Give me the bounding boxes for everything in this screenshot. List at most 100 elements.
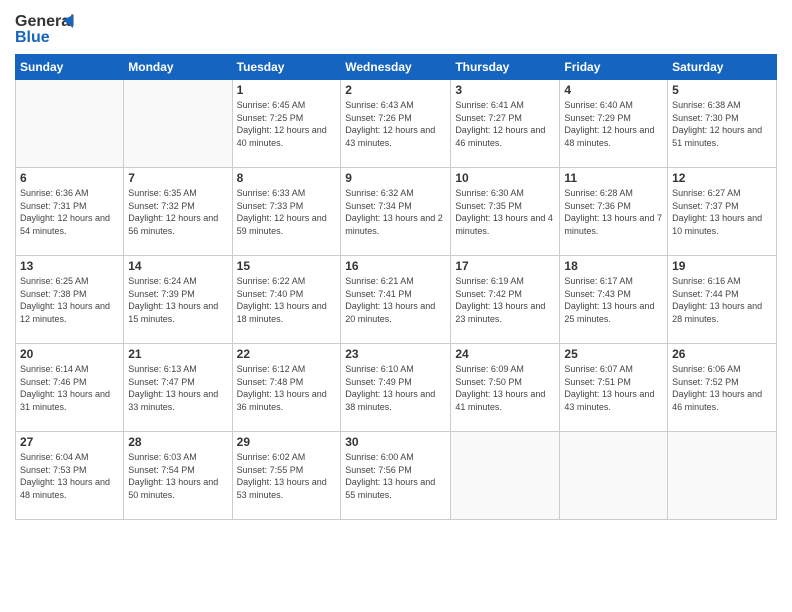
- day-cell: 5Sunrise: 6:38 AMSunset: 7:30 PMDaylight…: [668, 80, 777, 168]
- day-number: 7: [128, 171, 227, 185]
- svg-text:Blue: Blue: [15, 29, 50, 46]
- day-number: 20: [20, 347, 119, 361]
- week-row-2: 13 Sunrise: 6:25 AMSunset: 7:38 PMDayligh…: [16, 256, 777, 344]
- day-info: Sunrise: 6:09 AMSunset: 7:50 PMDaylight:…: [455, 363, 555, 413]
- day-info: Sunrise: 6:24 AMSunset: 7:39 PMDaylight:…: [128, 275, 227, 325]
- day-cell: 16 Sunrise: 6:21 AMSunset: 7:41 PMDayligh…: [341, 256, 451, 344]
- day-info: Sunrise: 6:41 AMSunset: 7:27 PMDaylight:…: [455, 99, 555, 149]
- day-number: 15: [237, 259, 337, 273]
- day-cell: 20 Sunrise: 6:14 AMSunset: 7:46 PMDayligh…: [16, 344, 124, 432]
- day-info: Sunrise: 6:33 AMSunset: 7:33 PMDaylight:…: [237, 187, 337, 237]
- day-number: 30: [345, 435, 446, 449]
- day-number: 10: [455, 171, 555, 185]
- day-number: 1: [237, 83, 337, 97]
- day-cell: 9 Sunrise: 6:32 AMSunset: 7:34 PMDaylight…: [341, 168, 451, 256]
- calendar-table: SundayMondayTuesdayWednesdayThursdayFrid…: [15, 54, 777, 520]
- day-cell: [560, 432, 668, 520]
- day-cell: 30 Sunrise: 6:00 AMSunset: 7:56 PMDayligh…: [341, 432, 451, 520]
- day-cell: 18 Sunrise: 6:17 AMSunset: 7:43 PMDayligh…: [560, 256, 668, 344]
- day-info: Sunrise: 6:35 AMSunset: 7:32 PMDaylight:…: [128, 187, 227, 237]
- week-row-4: 27 Sunrise: 6:04 AMSunset: 7:53 PMDayligh…: [16, 432, 777, 520]
- week-row-0: 1 Sunrise: 6:45 AMSunset: 7:25 PMDaylight…: [16, 80, 777, 168]
- day-info: Sunrise: 6:22 AMSunset: 7:40 PMDaylight:…: [237, 275, 337, 325]
- day-number: 19: [672, 259, 772, 273]
- day-cell: 15 Sunrise: 6:22 AMSunset: 7:40 PMDayligh…: [232, 256, 341, 344]
- week-row-3: 20 Sunrise: 6:14 AMSunset: 7:46 PMDayligh…: [16, 344, 777, 432]
- logo-icon: GeneralBlue: [15, 10, 75, 46]
- day-cell: 26 Sunrise: 6:06 AMSunset: 7:52 PMDayligh…: [668, 344, 777, 432]
- logo: GeneralBlue: [15, 10, 75, 46]
- day-cell: 11 Sunrise: 6:28 AMSunset: 7:36 PMDayligh…: [560, 168, 668, 256]
- day-number: 25: [564, 347, 663, 361]
- day-cell: [124, 80, 232, 168]
- day-number: 24: [455, 347, 555, 361]
- day-number: 4: [564, 83, 663, 97]
- day-cell: 25 Sunrise: 6:07 AMSunset: 7:51 PMDayligh…: [560, 344, 668, 432]
- day-cell: 27 Sunrise: 6:04 AMSunset: 7:53 PMDayligh…: [16, 432, 124, 520]
- day-cell: 28 Sunrise: 6:03 AMSunset: 7:54 PMDayligh…: [124, 432, 232, 520]
- day-info: Sunrise: 6:32 AMSunset: 7:34 PMDaylight:…: [345, 187, 446, 237]
- day-cell: 24 Sunrise: 6:09 AMSunset: 7:50 PMDayligh…: [451, 344, 560, 432]
- day-info: Sunrise: 6:25 AMSunset: 7:38 PMDaylight:…: [20, 275, 119, 325]
- week-row-1: 6Sunrise: 6:36 AMSunset: 7:31 PMDaylight…: [16, 168, 777, 256]
- day-info: Sunrise: 6:10 AMSunset: 7:49 PMDaylight:…: [345, 363, 446, 413]
- day-number: 22: [237, 347, 337, 361]
- day-cell: [16, 80, 124, 168]
- day-number: 11: [564, 171, 663, 185]
- weekday-header-thursday: Thursday: [451, 55, 560, 80]
- day-cell: 1 Sunrise: 6:45 AMSunset: 7:25 PMDaylight…: [232, 80, 341, 168]
- day-cell: 3 Sunrise: 6:41 AMSunset: 7:27 PMDaylight…: [451, 80, 560, 168]
- day-info: Sunrise: 6:27 AMSunset: 7:37 PMDaylight:…: [672, 187, 772, 237]
- day-number: 26: [672, 347, 772, 361]
- day-number: 27: [20, 435, 119, 449]
- day-number: 28: [128, 435, 227, 449]
- weekday-header-saturday: Saturday: [668, 55, 777, 80]
- day-info: Sunrise: 6:00 AMSunset: 7:56 PMDaylight:…: [345, 451, 446, 501]
- day-info: Sunrise: 6:12 AMSunset: 7:48 PMDaylight:…: [237, 363, 337, 413]
- day-number: 16: [345, 259, 446, 273]
- day-info: Sunrise: 6:19 AMSunset: 7:42 PMDaylight:…: [455, 275, 555, 325]
- day-info: Sunrise: 6:03 AMSunset: 7:54 PMDaylight:…: [128, 451, 227, 501]
- weekday-header-tuesday: Tuesday: [232, 55, 341, 80]
- day-number: 21: [128, 347, 227, 361]
- day-cell: 22 Sunrise: 6:12 AMSunset: 7:48 PMDayligh…: [232, 344, 341, 432]
- day-cell: 4 Sunrise: 6:40 AMSunset: 7:29 PMDaylight…: [560, 80, 668, 168]
- day-cell: 8 Sunrise: 6:33 AMSunset: 7:33 PMDaylight…: [232, 168, 341, 256]
- day-info: Sunrise: 6:40 AMSunset: 7:29 PMDaylight:…: [564, 99, 663, 149]
- day-number: 13: [20, 259, 119, 273]
- day-number: 29: [237, 435, 337, 449]
- day-cell: [668, 432, 777, 520]
- day-cell: 14Sunrise: 6:24 AMSunset: 7:39 PMDayligh…: [124, 256, 232, 344]
- day-info: Sunrise: 6:14 AMSunset: 7:46 PMDaylight:…: [20, 363, 119, 413]
- day-cell: 6Sunrise: 6:36 AMSunset: 7:31 PMDaylight…: [16, 168, 124, 256]
- day-number: 18: [564, 259, 663, 273]
- day-number: 5: [672, 83, 772, 97]
- day-cell: 12Sunrise: 6:27 AMSunset: 7:37 PMDayligh…: [668, 168, 777, 256]
- day-number: 17: [455, 259, 555, 273]
- day-number: 3: [455, 83, 555, 97]
- day-info: Sunrise: 6:16 AMSunset: 7:44 PMDaylight:…: [672, 275, 772, 325]
- weekday-header-friday: Friday: [560, 55, 668, 80]
- day-number: 8: [237, 171, 337, 185]
- day-cell: 19 Sunrise: 6:16 AMSunset: 7:44 PMDayligh…: [668, 256, 777, 344]
- weekday-header-sunday: Sunday: [16, 55, 124, 80]
- day-number: 2: [345, 83, 446, 97]
- day-cell: 23Sunrise: 6:10 AMSunset: 7:49 PMDayligh…: [341, 344, 451, 432]
- day-info: Sunrise: 6:30 AMSunset: 7:35 PMDaylight:…: [455, 187, 555, 237]
- day-cell: 7 Sunrise: 6:35 AMSunset: 7:32 PMDaylight…: [124, 168, 232, 256]
- day-info: Sunrise: 6:07 AMSunset: 7:51 PMDaylight:…: [564, 363, 663, 413]
- day-cell: [451, 432, 560, 520]
- day-cell: 21Sunrise: 6:13 AMSunset: 7:47 PMDayligh…: [124, 344, 232, 432]
- day-info: Sunrise: 6:28 AMSunset: 7:36 PMDaylight:…: [564, 187, 663, 237]
- day-info: Sunrise: 6:04 AMSunset: 7:53 PMDaylight:…: [20, 451, 119, 501]
- day-cell: 13 Sunrise: 6:25 AMSunset: 7:38 PMDayligh…: [16, 256, 124, 344]
- day-number: 6: [20, 171, 119, 185]
- day-info: Sunrise: 6:43 AMSunset: 7:26 PMDaylight:…: [345, 99, 446, 149]
- day-number: 9: [345, 171, 446, 185]
- day-info: Sunrise: 6:06 AMSunset: 7:52 PMDaylight:…: [672, 363, 772, 413]
- day-info: Sunrise: 6:17 AMSunset: 7:43 PMDaylight:…: [564, 275, 663, 325]
- day-info: Sunrise: 6:02 AMSunset: 7:55 PMDaylight:…: [237, 451, 337, 501]
- day-info: Sunrise: 6:21 AMSunset: 7:41 PMDaylight:…: [345, 275, 446, 325]
- day-cell: 17 Sunrise: 6:19 AMSunset: 7:42 PMDayligh…: [451, 256, 560, 344]
- day-info: Sunrise: 6:45 AMSunset: 7:25 PMDaylight:…: [237, 99, 337, 149]
